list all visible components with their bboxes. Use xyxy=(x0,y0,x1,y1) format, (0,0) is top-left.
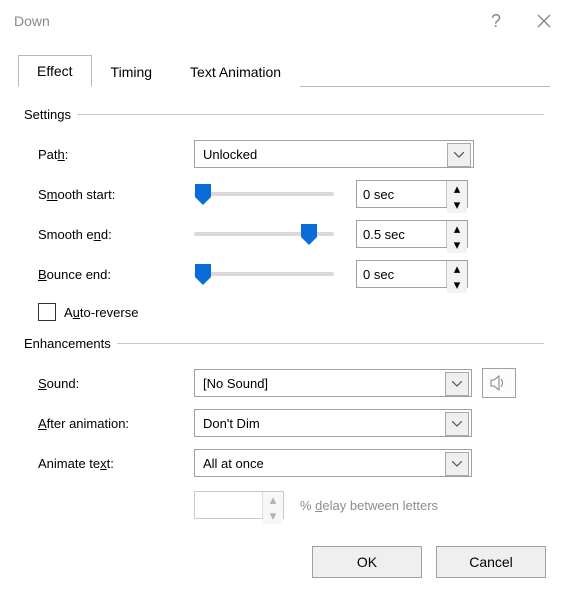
delay-label: % delay between letters xyxy=(300,498,438,513)
window-title: Down xyxy=(14,13,472,29)
spinner-up-icon: ▴ xyxy=(263,492,283,508)
slider-thumb[interactable] xyxy=(194,183,212,205)
tab-timing[interactable]: Timing xyxy=(92,56,172,87)
slider-thumb[interactable] xyxy=(300,223,318,245)
delay-spinner: ▴▾ xyxy=(194,491,284,519)
smooth-end-slider[interactable] xyxy=(194,223,334,245)
path-select[interactable]: Unlocked xyxy=(194,140,474,168)
animate-text-row: Animate text: All at once xyxy=(24,443,544,483)
settings-group-header: Settings xyxy=(24,107,544,122)
slider-track xyxy=(194,192,334,196)
spinner-down-icon[interactable]: ▾ xyxy=(447,277,467,293)
path-label: Path: xyxy=(24,147,194,162)
help-icon: ? xyxy=(491,11,501,32)
spinner-down-icon[interactable]: ▾ xyxy=(447,237,467,253)
sound-preview-button[interactable] xyxy=(482,368,516,398)
smooth-start-label: Smooth start: xyxy=(24,187,194,202)
chevron-down-icon xyxy=(445,372,469,396)
smooth-start-value: 0 sec xyxy=(357,187,446,202)
bounce-end-slider[interactable] xyxy=(194,263,334,285)
bounce-end-spinner[interactable]: 0 sec ▴▾ xyxy=(356,260,468,288)
spinner-down-icon[interactable]: ▾ xyxy=(447,197,467,213)
rule xyxy=(77,114,544,115)
bounce-end-label: Bounce end: xyxy=(24,267,194,282)
effect-tab-pane: Settings Path: Unlocked Smooth start: 0 … xyxy=(18,87,550,532)
smooth-end-value: 0.5 sec xyxy=(357,227,446,242)
cancel-button[interactable]: Cancel xyxy=(436,546,546,578)
chevron-down-icon xyxy=(447,143,471,167)
slider-track xyxy=(194,272,334,276)
smooth-start-row: Smooth start: 0 sec ▴▾ xyxy=(24,174,544,214)
tab-effect[interactable]: Effect xyxy=(18,55,92,87)
tab-strip: Effect Timing Text Animation xyxy=(18,52,550,87)
path-row: Path: Unlocked xyxy=(24,134,544,174)
animate-text-label: Animate text: xyxy=(24,456,194,471)
smooth-end-label: Smooth end: xyxy=(24,227,194,242)
title-bar: Down ? xyxy=(0,0,568,42)
tab-text-animation[interactable]: Text Animation xyxy=(171,56,300,87)
after-animation-label: After animation: xyxy=(24,416,194,431)
animate-text-value: All at once xyxy=(203,456,264,471)
sound-value: [No Sound] xyxy=(203,376,268,391)
spinner-up-icon[interactable]: ▴ xyxy=(447,221,467,237)
checkbox-box xyxy=(38,303,56,321)
auto-reverse-checkbox[interactable]: Auto-reverse xyxy=(24,294,544,330)
bounce-end-value: 0 sec xyxy=(357,267,446,282)
ok-button[interactable]: OK xyxy=(312,546,422,578)
bounce-end-row: Bounce end: 0 sec ▴▾ xyxy=(24,254,544,294)
spinner-up-icon[interactable]: ▴ xyxy=(447,261,467,277)
close-icon xyxy=(537,14,551,28)
auto-reverse-label: Auto-reverse xyxy=(64,305,138,320)
settings-label: Settings xyxy=(24,107,71,122)
sound-row: Sound: [No Sound] xyxy=(24,363,544,403)
help-button[interactable]: ? xyxy=(472,0,520,42)
close-button[interactable] xyxy=(520,0,568,42)
smooth-start-spinner[interactable]: 0 sec ▴▾ xyxy=(356,180,468,208)
delay-row: ▴▾ % delay between letters xyxy=(24,483,544,527)
sound-select[interactable]: [No Sound] xyxy=(194,369,472,397)
sound-label: Sound: xyxy=(24,376,194,391)
enhancements-label: Enhancements xyxy=(24,336,111,351)
animate-text-select[interactable]: All at once xyxy=(194,449,472,477)
path-value: Unlocked xyxy=(203,147,257,162)
smooth-end-spinner[interactable]: 0.5 sec ▴▾ xyxy=(356,220,468,248)
smooth-end-row: Smooth end: 0.5 sec ▴▾ xyxy=(24,214,544,254)
chevron-down-icon xyxy=(445,412,469,436)
dialog-footer: OK Cancel xyxy=(0,532,568,600)
spinner-up-icon[interactable]: ▴ xyxy=(447,181,467,197)
chevron-down-icon xyxy=(445,452,469,476)
after-animation-row: After animation: Don't Dim xyxy=(24,403,544,443)
enhancements-group-header: Enhancements xyxy=(24,336,544,351)
after-animation-select[interactable]: Don't Dim xyxy=(194,409,472,437)
after-animation-value: Don't Dim xyxy=(203,416,260,431)
slider-thumb[interactable] xyxy=(194,263,212,285)
smooth-start-slider[interactable] xyxy=(194,183,334,205)
speaker-icon xyxy=(490,375,508,391)
rule xyxy=(117,343,544,344)
spinner-down-icon: ▾ xyxy=(263,508,283,524)
